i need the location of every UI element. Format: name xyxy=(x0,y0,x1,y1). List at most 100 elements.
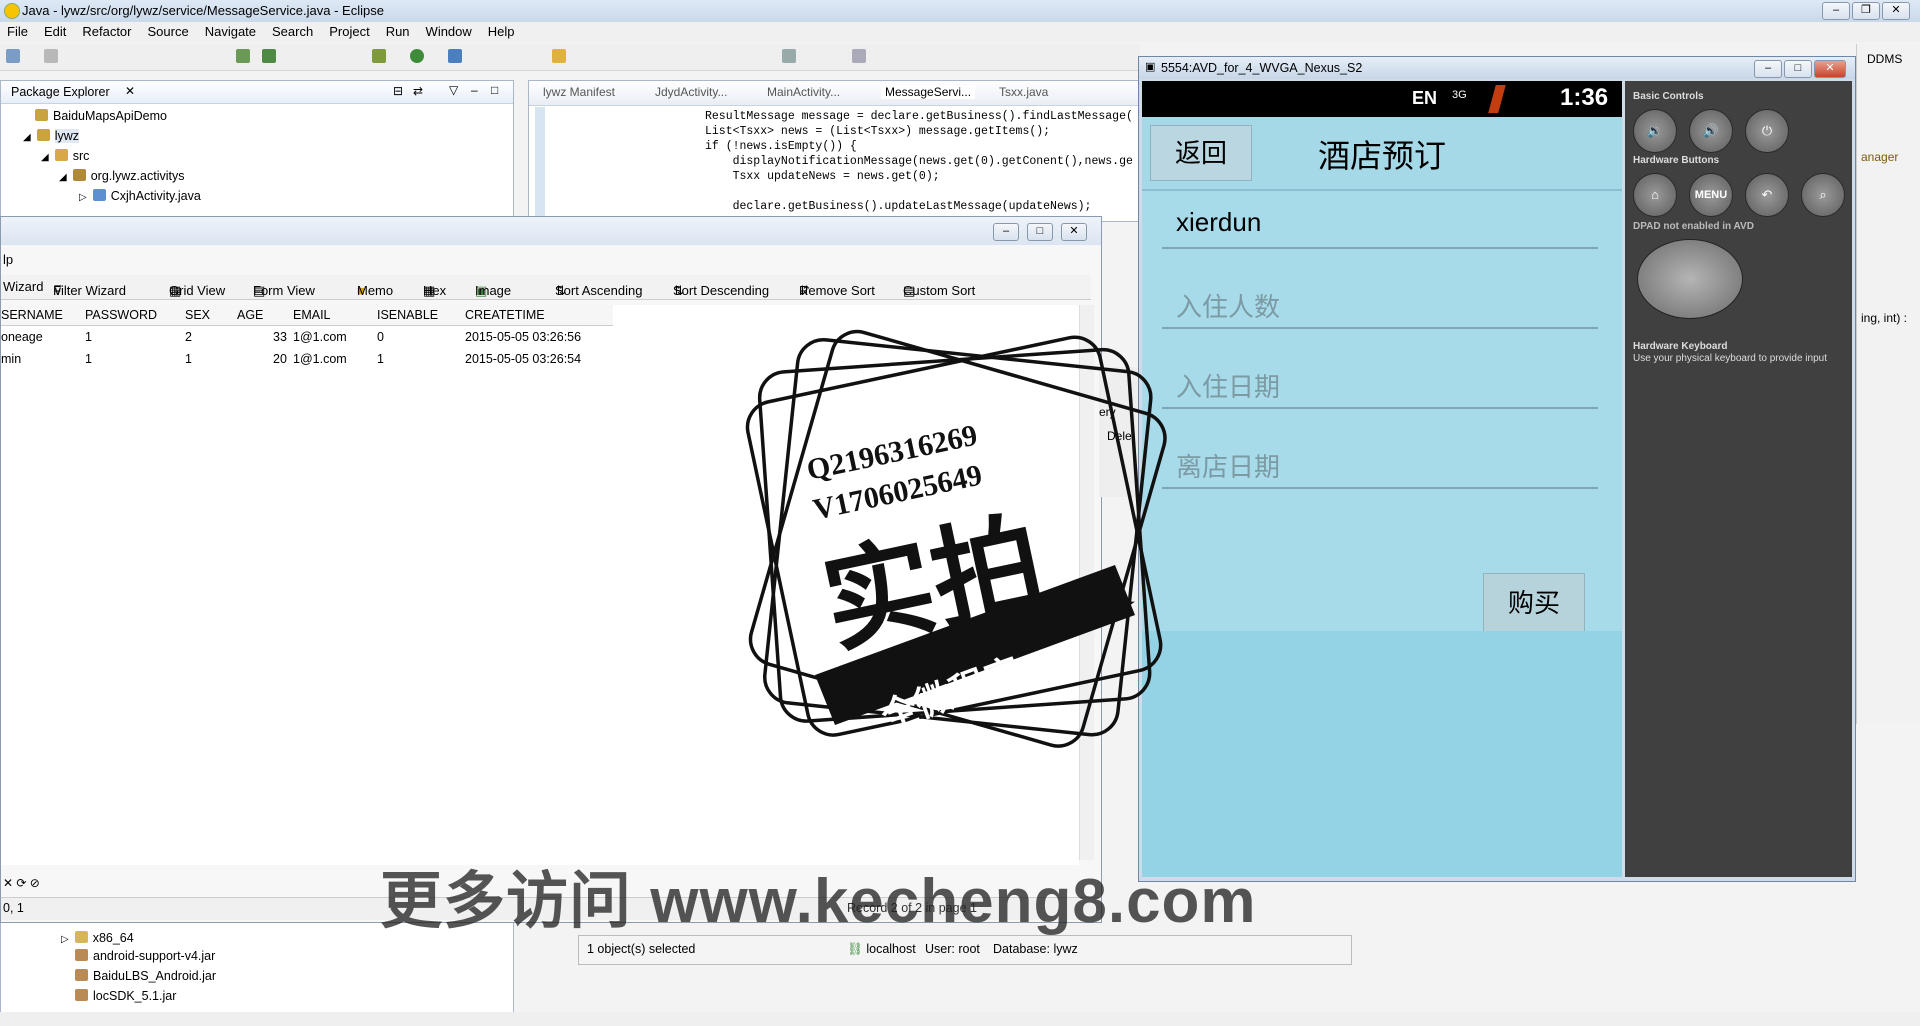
package-icon[interactable] xyxy=(236,49,250,63)
editor-tab[interactable]: lywz Manifest xyxy=(543,85,615,99)
link-editor-icon[interactable]: ⇄ xyxy=(413,84,423,98)
back-icon[interactable]: ↶ xyxy=(1745,173,1789,217)
star-icon: ★ xyxy=(830,669,857,702)
column-header[interactable]: PASSWORD xyxy=(85,308,157,322)
code-line: declare.getBusiness().updateLastMessage(… xyxy=(705,200,1092,213)
open-type-icon[interactable] xyxy=(552,49,566,63)
collapse-all-icon[interactable]: ⊟ xyxy=(393,84,403,98)
tree-item[interactable]: ◢ src xyxy=(41,149,89,163)
column-header[interactable]: SEX xyxy=(185,308,210,322)
power-icon[interactable]: ⏻ xyxy=(1745,109,1789,153)
editor-tab[interactable]: JdydActivity... xyxy=(655,85,727,99)
table-cell[interactable]: 1 xyxy=(185,352,192,366)
menu-run[interactable]: Run xyxy=(379,22,419,39)
table-cell[interactable]: 1@1.com xyxy=(293,330,347,344)
editor-tab[interactable]: MainActivity... xyxy=(767,85,840,99)
table-cell[interactable]: 20 xyxy=(273,352,287,366)
editor-tab[interactable]: Tsxx.java xyxy=(999,85,1048,99)
close-button[interactable]: ✕ xyxy=(1882,2,1910,20)
column-header[interactable]: AGE xyxy=(237,308,263,322)
close-view-icon[interactable]: ✕ xyxy=(125,84,135,98)
table-cell[interactable]: 0 xyxy=(377,330,384,344)
refresh-icon[interactable]: ✕ ⟳ ⊘ xyxy=(3,876,40,890)
tree-item[interactable]: locSDK_5.1.jar xyxy=(75,989,176,1003)
search-icon[interactable]: ⌕ xyxy=(1801,173,1845,217)
tree-item[interactable]: BaiduLBS_Android.jar xyxy=(75,969,216,983)
navicat-close-button[interactable]: ✕ xyxy=(1061,223,1087,241)
table-cell[interactable]: oneage xyxy=(1,330,43,344)
table-cell[interactable]: 2 xyxy=(185,330,192,344)
menu-refactor[interactable]: Refactor xyxy=(75,22,140,39)
menu-window[interactable]: Window xyxy=(419,22,481,39)
checkout-date-field[interactable]: 离店日期 xyxy=(1162,439,1598,489)
minimize-view-icon[interactable]: – xyxy=(471,83,478,97)
cursor-position: 0, 1 xyxy=(3,901,24,915)
tree-item[interactable]: ▷ CxjhActivity.java xyxy=(79,189,201,203)
menu-button[interactable]: MENU xyxy=(1689,173,1733,217)
volume-up-icon[interactable]: 🔊 xyxy=(1689,109,1733,153)
navicat-maximize-button[interactable]: □ xyxy=(1027,223,1053,241)
column-header[interactable]: ISENABLE xyxy=(377,308,438,322)
tree-item[interactable]: BaiduMapsApiDemo xyxy=(35,109,167,123)
save-icon[interactable] xyxy=(44,49,58,63)
connection-icon: ⛓ xyxy=(847,942,867,956)
menu-project[interactable]: Project xyxy=(322,22,378,39)
new-icon[interactable] xyxy=(6,49,20,63)
table-cell[interactable]: 1 xyxy=(85,352,92,366)
view-menu-icon[interactable]: ▽ xyxy=(449,83,458,97)
ddms-perspective[interactable]: DDMS xyxy=(1867,52,1902,66)
debug-icon[interactable] xyxy=(372,49,386,63)
editor-tab-active[interactable]: MessageServi... xyxy=(881,85,976,99)
emulator-maximize-button[interactable]: □ xyxy=(1784,60,1812,78)
column-header[interactable]: SERNAME xyxy=(1,308,63,322)
network-icon: 3G xyxy=(1452,89,1467,101)
tree-item-label: lywz xyxy=(54,129,80,143)
back-icon[interactable] xyxy=(782,49,796,63)
menu-navigate[interactable]: Navigate xyxy=(198,22,265,39)
table-cell[interactable]: 2015-05-05 03:26:56 xyxy=(465,330,581,344)
code-editor: lywz Manifest JdydActivity... MainActivi… xyxy=(528,80,1142,222)
main-toolbar xyxy=(0,44,1140,71)
navicat-menu-help[interactable]: lp xyxy=(3,252,13,267)
emulator-close-button[interactable]: ✕ xyxy=(1814,60,1846,78)
run-icon[interactable] xyxy=(410,49,424,63)
tree-item[interactable]: ◢ org.lywz.activitys xyxy=(59,169,184,183)
table-cell[interactable]: 2015-05-05 03:26:54 xyxy=(465,352,581,366)
table-cell[interactable]: min xyxy=(1,352,21,366)
menu-edit[interactable]: Edit xyxy=(37,22,75,39)
hotel-name-field[interactable]: xierdun xyxy=(1162,199,1598,249)
table-cell[interactable]: 1@1.com xyxy=(293,352,347,366)
maximize-view-icon[interactable]: □ xyxy=(491,83,498,97)
forward-icon[interactable] xyxy=(852,49,866,63)
column-header[interactable]: EMAIL xyxy=(293,308,331,322)
checkin-date-field[interactable]: 入住日期 xyxy=(1162,359,1598,409)
package-explorer: Package Explorer ✕ ⊟ ⇄ ▽ – □ BaiduMapsAp… xyxy=(0,80,514,222)
table-cell[interactable]: 1 xyxy=(377,352,384,366)
minimize-button[interactable]: – xyxy=(1822,2,1850,20)
tree-item[interactable]: ◢ lywz xyxy=(23,129,80,143)
external-tools-icon[interactable] xyxy=(448,49,462,63)
menu-search[interactable]: Search xyxy=(265,22,322,39)
emulator-control-panel: Basic Controls 🔉 🔊 ⏻ Hardware Buttons ⌂ … xyxy=(1625,81,1852,877)
back-button[interactable]: 返回 xyxy=(1150,125,1252,181)
emulator-minimize-button[interactable]: – xyxy=(1754,60,1782,78)
menu-file[interactable]: File xyxy=(0,22,37,39)
sdk-manager-icon[interactable] xyxy=(262,49,276,63)
home-icon[interactable]: ⌂ xyxy=(1633,173,1677,217)
wizard-button[interactable]: Wizard xyxy=(3,279,43,294)
dpad-icon[interactable] xyxy=(1637,239,1743,319)
guests-field[interactable]: 入住人数 xyxy=(1162,279,1598,329)
menu-help[interactable]: Help xyxy=(481,22,524,39)
tree-item[interactable]: android-support-v4.jar xyxy=(75,949,215,963)
volume-down-icon[interactable]: 🔉 xyxy=(1633,109,1677,153)
menu-source[interactable]: Source xyxy=(141,22,198,39)
column-header[interactable]: CREATETIME xyxy=(465,308,545,322)
table-cell[interactable]: 1 xyxy=(85,330,92,344)
table-cell[interactable]: 33 xyxy=(273,330,287,344)
maximize-button[interactable]: ❐ xyxy=(1852,2,1880,20)
navicat-minimize-button[interactable]: – xyxy=(993,223,1019,241)
code-line: List<Tsxx> news = (List<Tsxx>) message.g… xyxy=(705,125,1051,138)
package-explorer-tab[interactable]: Package Explorer ✕ ⊟ ⇄ ▽ – □ xyxy=(1,81,513,104)
buy-button[interactable]: 购买 xyxy=(1483,573,1585,633)
tree-item[interactable]: ▷ x86_64 xyxy=(61,931,134,945)
